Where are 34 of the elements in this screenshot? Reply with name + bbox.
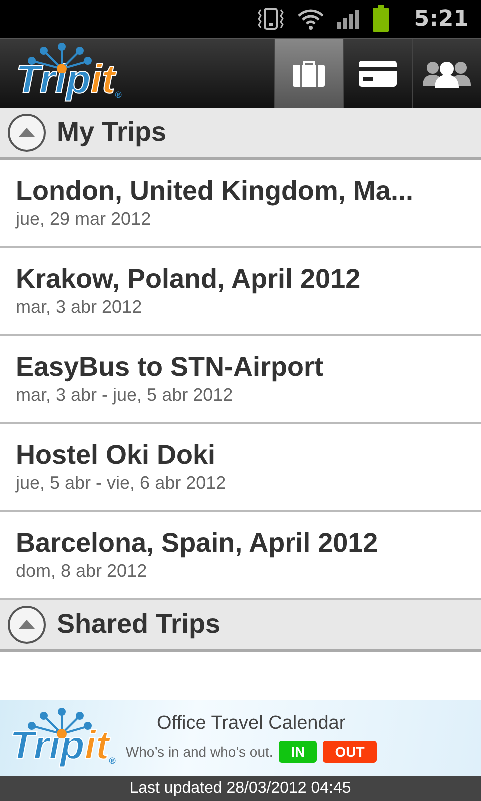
trip-dates: mar, 3 abr 2012 <box>16 297 144 318</box>
trip-name: Barcelona, Spain, April 2012 <box>16 528 380 559</box>
battery-icon <box>372 5 390 33</box>
suitcase-icon <box>292 60 326 86</box>
section-header[interactable]: Shared Trips <box>0 600 481 652</box>
section-title: My Trips <box>57 117 167 148</box>
trip-dates: dom, 8 abr 2012 <box>16 561 148 582</box>
trip-item[interactable]: Krakow, Poland, April 2012 mar, 3 abr 2012 <box>0 248 481 336</box>
trip-item[interactable]: London, United Kingdom, Ma... jue, 29 mar 2012 <box>0 160 481 248</box>
collapse-icon[interactable] <box>7 604 47 644</box>
ad-logo: Tripit® <box>0 704 116 772</box>
status-button[interactable]: OUT <box>323 741 377 763</box>
collapse-icon[interactable] <box>7 112 47 152</box>
trip-name: Krakow, Poland, April 2012 <box>16 264 362 295</box>
section-header[interactable]: My Trips <box>0 108 481 160</box>
trip-item[interactable]: EasyBus to STN-Airport mar, 3 abr - jue, 5 abr 2012 <box>0 336 481 424</box>
clock: 5:21 <box>414 6 469 32</box>
people-icon <box>423 60 471 88</box>
vibrate-icon <box>256 7 286 31</box>
trip-item[interactable]: Hostel Oki Doki jue, 5 abr - vie, 6 abr 2012 <box>0 424 481 512</box>
ad-title: Office Travel Calendar <box>157 713 346 735</box>
card-icon <box>359 60 397 86</box>
ad-subtitle: Who’s in and who’s out. <box>126 744 274 760</box>
last-updated-bar: Last updated 28/03/2012 04:45 <box>0 776 481 801</box>
trip-dates: jue, 29 mar 2012 <box>16 209 152 230</box>
trip-dates: jue, 5 abr - vie, 6 abr 2012 <box>16 473 228 494</box>
section-title: Shared Trips <box>57 609 221 640</box>
trip-dates: mar, 3 abr - jue, 5 abr 2012 <box>16 385 234 406</box>
nav-tab[interactable] <box>274 39 343 108</box>
trip-name: EasyBus to STN-Airport <box>16 352 325 383</box>
wifi-icon <box>296 7 326 31</box>
trip-name: London, United Kingdom, Ma... <box>16 176 414 207</box>
app-logo: Tripit® <box>0 39 122 108</box>
trip-name: Hostel Oki Doki <box>16 440 217 471</box>
